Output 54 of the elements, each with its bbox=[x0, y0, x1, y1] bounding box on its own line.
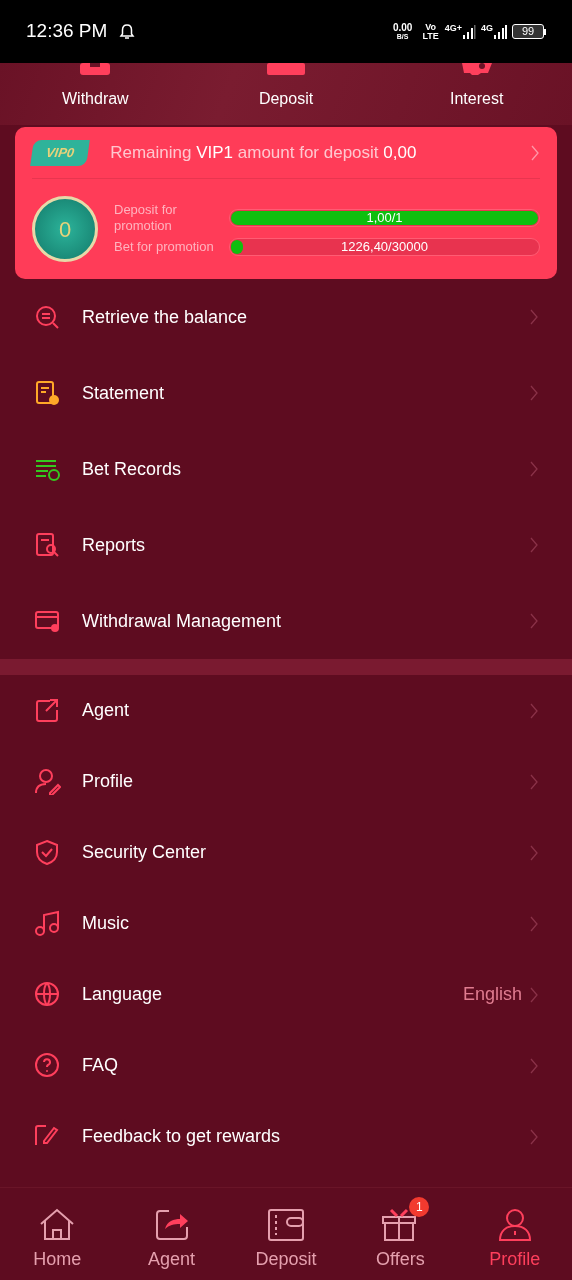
chevron-right-icon bbox=[530, 143, 540, 162]
menu-item[interactable]: Reports bbox=[0, 507, 572, 583]
progress-label: Deposit for promotion bbox=[114, 202, 178, 234]
quick-action-button[interactable]: Withdraw bbox=[0, 63, 191, 125]
lte-text: LTE bbox=[422, 31, 439, 41]
vip-message: Remaining VIP1 amount for deposit 0,00 bbox=[110, 141, 418, 164]
signal-icon bbox=[493, 23, 507, 40]
network-text: 4G+ bbox=[444, 22, 462, 35]
vip-medal: 0 bbox=[32, 196, 98, 262]
chevron-right-icon bbox=[530, 844, 538, 861]
menu-value: English bbox=[462, 983, 522, 1006]
quick-action-button[interactable]: Interest bbox=[381, 63, 572, 125]
wallet-icon bbox=[267, 1207, 305, 1243]
volte-text: Vo bbox=[425, 22, 436, 32]
chevron-right-icon bbox=[530, 537, 538, 553]
menu-item[interactable]: Music bbox=[0, 888, 572, 959]
menu-item[interactable]: Retrieve the balance bbox=[0, 279, 572, 355]
menu-item[interactable]: Feedback to get rewards bbox=[0, 1101, 572, 1172]
vip-card[interactable]: VIP0 Remaining VIP1 amount for deposit 0,00 0 Deposit for promotion 1,00/1 Bet for promotion 1226,40/30000 bbox=[15, 127, 557, 279]
progress-reading: 1226,40/30000 bbox=[340, 240, 429, 254]
menu-item[interactable]: Security Center bbox=[0, 817, 572, 888]
chevron-right-icon bbox=[530, 309, 538, 325]
chevron-right-icon bbox=[530, 461, 538, 477]
nav-tab[interactable]: Offers 1 bbox=[343, 1195, 458, 1273]
menu-item[interactable]: Statement bbox=[0, 355, 572, 431]
clock-text: 12:36 PM bbox=[26, 19, 108, 44]
nav-tab[interactable]: Profile bbox=[457, 1195, 572, 1273]
chevron-right-icon bbox=[530, 613, 538, 629]
vip-badge: VIP0 bbox=[30, 139, 90, 166]
nav-tab[interactable]: Home bbox=[0, 1195, 115, 1273]
battery-indicator: 99 bbox=[512, 24, 544, 39]
chevron-right-icon bbox=[530, 1128, 538, 1145]
network-text: 4G bbox=[481, 22, 493, 35]
quick-action-button[interactable]: Deposit bbox=[190, 63, 382, 125]
signal-icon bbox=[462, 23, 476, 40]
chevron-right-icon bbox=[530, 773, 538, 790]
progress-reading: 1,00/1 bbox=[365, 211, 404, 225]
bell-icon bbox=[119, 23, 136, 40]
menu-item[interactable]: Language English bbox=[0, 959, 572, 1030]
chevron-right-icon bbox=[530, 385, 538, 401]
chevron-right-icon bbox=[530, 1057, 538, 1074]
menu-item[interactable]: Withdrawal Management bbox=[0, 583, 572, 659]
menu-item[interactable]: FAQ bbox=[0, 1030, 572, 1101]
notification-badge: 1 bbox=[409, 1197, 430, 1217]
speed-text: 0.00 bbox=[392, 22, 413, 32]
menu-item[interactable]: Profile bbox=[0, 746, 572, 817]
nav-tab[interactable]: Deposit bbox=[228, 1195, 344, 1273]
menu-item[interactable]: Agent bbox=[0, 675, 572, 746]
nav-tab[interactable]: Agent bbox=[114, 1195, 229, 1273]
menu-item[interactable]: Bet Records bbox=[0, 431, 572, 507]
chevron-right-icon bbox=[530, 702, 538, 719]
chevron-right-icon bbox=[530, 986, 538, 1003]
chevron-right-icon bbox=[530, 915, 538, 932]
progress-label: Bet for promotion bbox=[114, 239, 215, 255]
